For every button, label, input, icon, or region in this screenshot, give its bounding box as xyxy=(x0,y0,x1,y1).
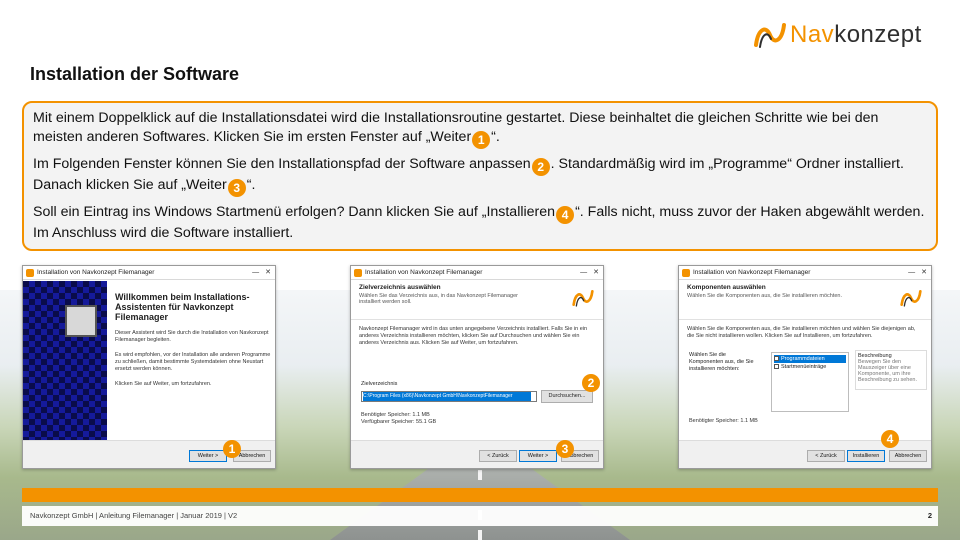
directory-label: Zielverzeichnis xyxy=(361,381,398,387)
welcome-content: Willkommen beim Installations-Assistente… xyxy=(115,292,271,388)
logo-wordmark: Navkonzept xyxy=(790,21,922,48)
header-title: Komponenten auswählen xyxy=(687,284,766,291)
browse-button[interactable]: Durchsuchen... xyxy=(541,390,593,403)
window-titlebar: Installation von Navkonzept Filemanager … xyxy=(23,266,275,280)
wizard-header: Zielverzeichnis auswählen Wählen Sie das… xyxy=(351,280,603,320)
components-label: Wählen Sie die Komponenten aus, die Sie … xyxy=(689,352,754,372)
navkonzept-logo: Navkonzept xyxy=(752,18,942,52)
component-description: Beschreibung Bewegen Sie den Mauszeiger … xyxy=(855,350,927,390)
installer-window-components: Installation von Navkonzept Filemanager … xyxy=(678,265,932,469)
directory-input[interactable]: C:\Program Files (x86)\Navkonzept GmbH\N… xyxy=(361,391,537,402)
instruction-paragraph-1: Mit einem Doppelklick auf die Installati… xyxy=(33,110,879,149)
disk-space-info: Benötigter Speicher: 1.1 MB Verfügbarer … xyxy=(361,412,437,425)
next-button[interactable]: Weiter > xyxy=(189,450,227,462)
header-title: Zielverzeichnis auswählen xyxy=(359,284,441,291)
window-controls: — ✕ xyxy=(902,266,927,280)
page-number: 2 xyxy=(927,511,932,520)
step-badge-4-overlay: 4 xyxy=(881,430,899,448)
checkbox-checked-icon[interactable] xyxy=(774,364,779,369)
instruction-paragraph-3: Soll ein Eintrag ins Windows Startmenü e… xyxy=(33,204,925,241)
step-badge-3-overlay: 3 xyxy=(556,440,574,458)
wizard-side-banner xyxy=(23,281,107,441)
computer-icon xyxy=(65,305,97,337)
navkonzept-logo-icon xyxy=(754,23,786,48)
checkbox-checked-icon[interactable] xyxy=(774,356,779,361)
step-badge-1: 1 xyxy=(472,131,491,149)
close-icon[interactable]: ✕ xyxy=(921,269,927,276)
minimize-icon[interactable]: — xyxy=(580,269,587,276)
step-badge-3: 3 xyxy=(227,179,246,197)
back-button[interactable]: < Zurück xyxy=(479,450,517,462)
component-item-startmenu[interactable]: Startmenüeinträge xyxy=(774,363,846,371)
app-icon xyxy=(26,269,34,277)
instruction-box: Mit einem Doppelklick auf die Installati… xyxy=(22,101,938,251)
welcome-title: Willkommen beim Installations-Assistente… xyxy=(115,292,250,322)
footer-text: Navkonzept GmbH | Anleitung Filemanager … xyxy=(30,511,238,520)
cancel-button[interactable]: Abbrechen xyxy=(889,450,927,462)
window-titlebar: Installation von Navkonzept Filemanager … xyxy=(679,266,931,280)
step-badge-2: 2 xyxy=(531,158,550,176)
minimize-icon[interactable]: — xyxy=(908,269,915,276)
slide-footer: Navkonzept GmbH | Anleitung Filemanager … xyxy=(22,506,938,526)
disk-space-info: Benötigter Speicher: 1.1 MB xyxy=(689,418,758,424)
window-titlebar: Installation von Navkonzept Filemanager … xyxy=(351,266,603,280)
install-button[interactable]: Installieren xyxy=(847,450,885,462)
header-subtitle: Wählen Sie die Komponenten aus, die Sie … xyxy=(687,293,843,299)
next-button[interactable]: Weiter > xyxy=(519,450,557,462)
wizard-body-text: Navkonzept Filemanager wird in das unten… xyxy=(359,326,588,346)
navkonzept-logo-icon xyxy=(572,290,594,307)
components-list: Programmdateien Startmenüeinträge xyxy=(771,352,849,412)
back-button[interactable]: < Zurück xyxy=(807,450,845,462)
footer-accent-bar xyxy=(22,488,938,502)
window-controls: — ✕ xyxy=(246,266,271,280)
close-icon[interactable]: ✕ xyxy=(265,269,271,276)
step-badge-2-overlay: 2 xyxy=(582,374,600,392)
close-icon[interactable]: ✕ xyxy=(593,269,599,276)
window-controls: — ✕ xyxy=(574,266,599,280)
welcome-text-2: Es wird empfohlen, vor der Installation … xyxy=(115,352,271,372)
header-subtitle: Wählen Sie das Verzeichnis aus, in das N… xyxy=(359,293,518,305)
welcome-text-3: Klicken Sie auf Weiter, um fortzufahren. xyxy=(115,381,212,387)
wizard-body-text: Wählen Sie die Komponenten aus, die Sie … xyxy=(687,326,916,339)
minimize-icon[interactable]: — xyxy=(252,269,259,276)
instruction-paragraph-2: Im Folgenden Fenster können Sie den Inst… xyxy=(33,156,904,197)
installer-window-directory: Installation von Navkonzept Filemanager … xyxy=(350,265,604,469)
step-badge-1-overlay: 1 xyxy=(223,440,241,458)
app-icon xyxy=(682,269,690,277)
component-item-program-files[interactable]: Programmdateien xyxy=(774,355,846,363)
app-icon xyxy=(354,269,362,277)
step-badge-4: 4 xyxy=(556,206,575,224)
installer-window-welcome: Installation von Navkonzept Filemanager … xyxy=(22,265,276,469)
wizard-header: Komponenten auswählen Wählen Sie die Kom… xyxy=(679,280,931,320)
navkonzept-logo-icon xyxy=(900,290,922,307)
page-title: Installation der Software xyxy=(30,64,240,84)
welcome-text-1: Dieser Assistent wird Sie durch die Inst… xyxy=(115,330,269,343)
